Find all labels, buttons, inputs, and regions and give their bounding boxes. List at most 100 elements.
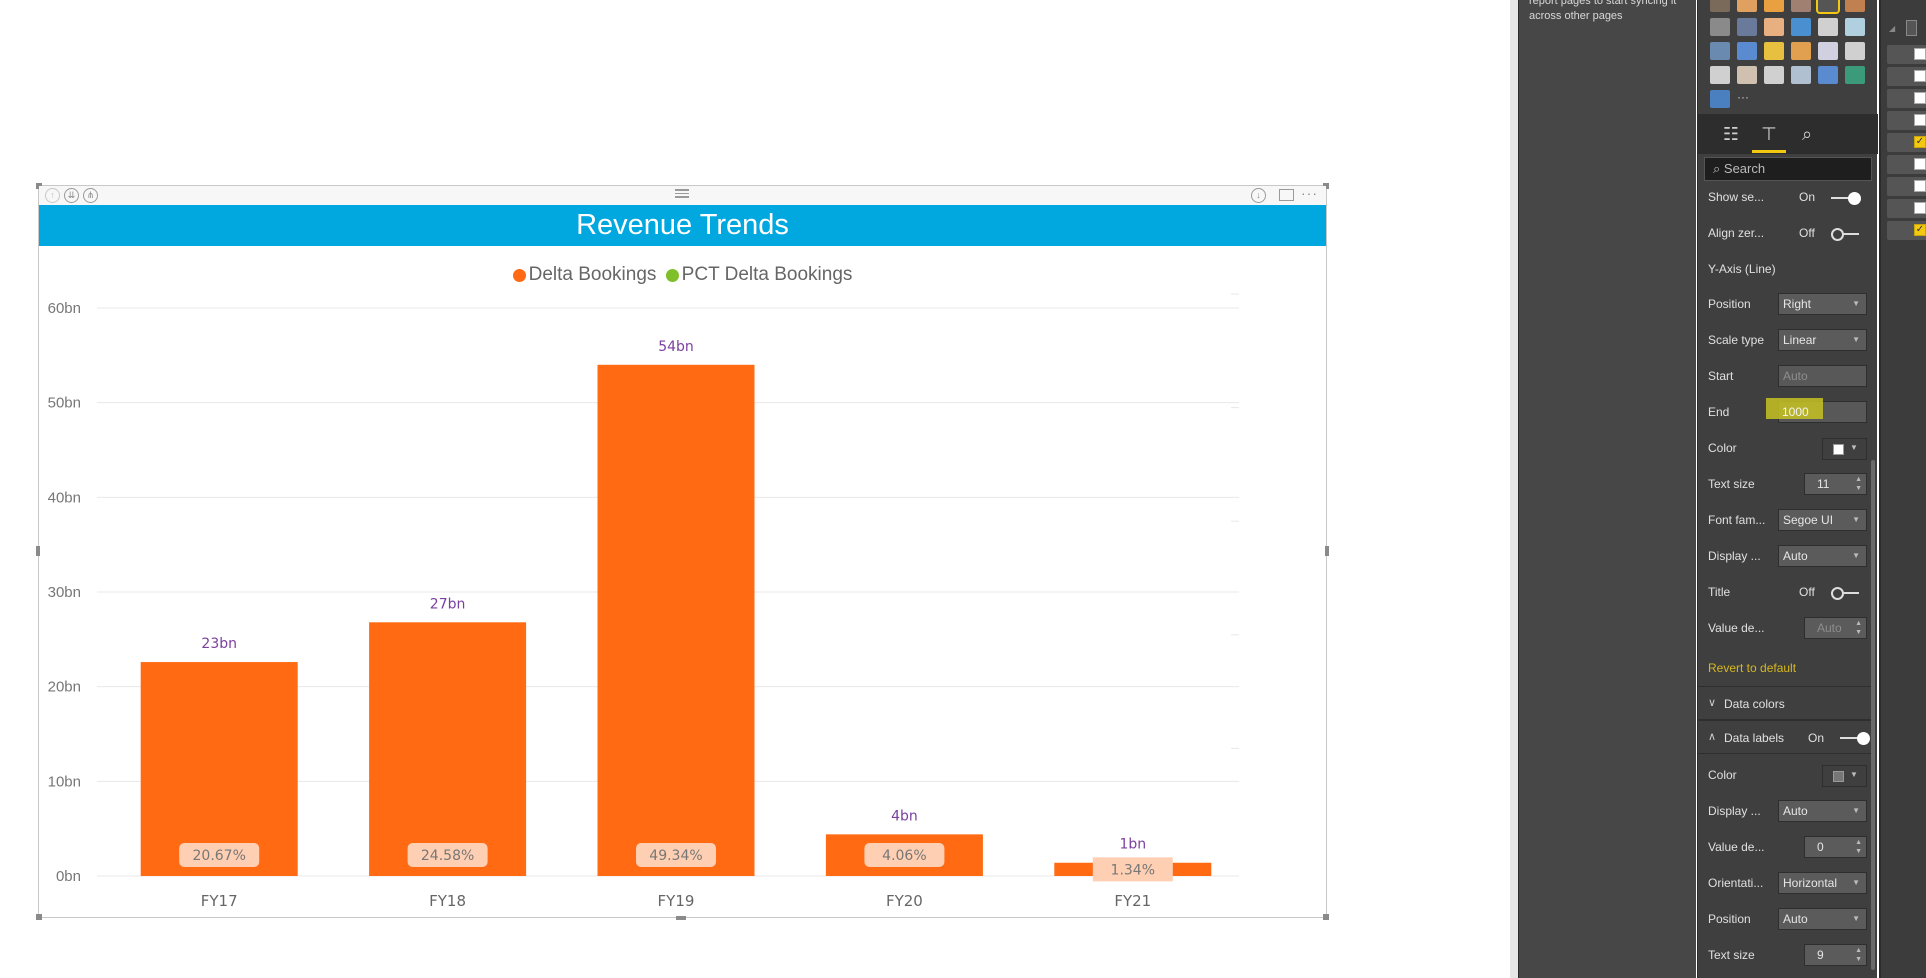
filled-map-icon[interactable] <box>1710 42 1730 60</box>
scale-type-dropdown[interactable]: Linear ▼ <box>1778 329 1867 351</box>
data-labels-section[interactable]: ∧ Data labels On <box>1698 720 1873 754</box>
area-chart-icon[interactable] <box>1737 0 1757 12</box>
title-row: Title Off <box>1698 578 1873 606</box>
toggle-state: Off <box>1799 226 1815 240</box>
line-stacked-column-icon[interactable] <box>1816 0 1840 14</box>
dl-position-row: Position Auto ▼ <box>1698 905 1873 933</box>
dl-position-dropdown[interactable]: Auto ▼ <box>1778 908 1867 930</box>
slicer-icon[interactable] <box>1737 66 1757 84</box>
field-item[interactable] <box>1887 177 1926 196</box>
field-checkbox[interactable] <box>1914 48 1926 60</box>
x-tick-label: FY18 <box>429 892 466 910</box>
data-labels-toggle[interactable] <box>1838 732 1870 745</box>
dl-display-units-dropdown[interactable]: Auto ▼ <box>1778 800 1867 822</box>
bar-value-label: 4bn <box>891 808 918 824</box>
stacked-area-icon[interactable] <box>1764 0 1784 12</box>
dropdown-value: Segoe UI <box>1783 513 1834 527</box>
value-decimals-stepper[interactable]: Auto ▲ ▼ <box>1804 617 1867 639</box>
setting-label: Color <box>1708 441 1737 455</box>
custom-visual-icon[interactable] <box>1710 90 1730 108</box>
format-search-input[interactable]: ⌕ Search <box>1704 157 1872 181</box>
dropdown-value: Horizontal <box>1783 876 1838 890</box>
line-chart-icon[interactable] <box>1710 0 1730 12</box>
data-label-color-picker[interactable]: ▼ <box>1822 765 1867 787</box>
waterfall-icon[interactable] <box>1710 18 1730 36</box>
table-icon[interactable] <box>1764 66 1784 84</box>
show-secondary-row: Show se... On <box>1698 183 1873 211</box>
field-checkbox[interactable]: ✓ <box>1914 224 1926 236</box>
start-input[interactable]: Auto <box>1778 365 1867 387</box>
field-item[interactable] <box>1887 89 1926 108</box>
dl-text-size-stepper[interactable]: 9 ▲ ▼ <box>1804 944 1867 966</box>
r-visual-icon[interactable] <box>1818 66 1838 84</box>
analytics-magnifier-icon[interactable]: ⌕ <box>1794 122 1820 146</box>
arcgis-icon[interactable] <box>1845 66 1865 84</box>
setting-label: Text size <box>1708 948 1755 962</box>
more-visuals-icon[interactable]: ··· <box>1737 90 1757 108</box>
start-row: Start Auto <box>1698 362 1873 390</box>
format-paint-roller-icon[interactable]: ⊤ <box>1752 122 1786 153</box>
title-toggle[interactable] <box>1829 587 1861 600</box>
field-item[interactable]: ✓ <box>1887 221 1926 240</box>
scatter-icon[interactable] <box>1737 18 1757 36</box>
expand-triangle-icon[interactable]: ◢ <box>1889 24 1895 33</box>
pie-chart-icon[interactable] <box>1764 18 1784 36</box>
field-item[interactable]: ✓ <box>1887 133 1926 152</box>
revert-to-default-link[interactable]: Revert to default <box>1708 661 1796 675</box>
font-family-dropdown[interactable]: Segoe UI ▼ <box>1778 509 1867 531</box>
card-icon[interactable] <box>1818 42 1838 60</box>
end-value: 1000 <box>1782 405 1809 419</box>
text-size-stepper[interactable]: 11 ▲ ▼ <box>1804 473 1867 495</box>
show-secondary-toggle[interactable] <box>1829 192 1861 205</box>
data-colors-section[interactable]: ∨ Data colors <box>1698 686 1873 720</box>
field-item[interactable] <box>1887 155 1926 174</box>
multi-row-card-icon[interactable] <box>1845 42 1865 60</box>
x-tick-label: FY20 <box>886 892 923 910</box>
x-tick-label: FY19 <box>658 892 695 910</box>
treemap-icon[interactable] <box>1818 18 1838 36</box>
align-zeros-toggle[interactable] <box>1829 228 1861 241</box>
map-icon[interactable] <box>1845 18 1865 36</box>
setting-label: Text size <box>1708 477 1755 491</box>
field-item[interactable] <box>1887 111 1926 130</box>
fields-tab-icon[interactable]: ☷ <box>1718 122 1744 146</box>
section-label: Data labels <box>1724 731 1785 745</box>
position-dropdown[interactable]: Right ▼ <box>1778 293 1867 315</box>
funnel-icon[interactable] <box>1764 42 1784 60</box>
field-checkbox[interactable] <box>1914 202 1926 214</box>
field-item[interactable] <box>1887 45 1926 64</box>
field-checkbox[interactable] <box>1914 92 1926 104</box>
gauge-icon[interactable] <box>1791 42 1811 60</box>
axis-color-picker[interactable]: ▼ <box>1822 438 1867 460</box>
setting-label: Scale type <box>1708 333 1765 347</box>
donut-chart-icon[interactable] <box>1791 18 1811 36</box>
dl-value-decimals-row: Value de... 0 ▲ ▼ <box>1698 833 1873 861</box>
report-canvas[interactable]: ↑ ⇊ ⋔ ↓ ··· Revenue Trends Delta Booking… <box>0 0 1510 978</box>
bar-value-label: 1bn <box>1119 837 1146 853</box>
field-item[interactable] <box>1887 67 1926 86</box>
setting-label: Align zer... <box>1708 226 1765 240</box>
format-pane-scrollbar[interactable] <box>1871 460 1875 970</box>
combo-chart-visual[interactable]: ↑ ⇊ ⋔ ↓ ··· Revenue Trends Delta Booking… <box>36 183 1329 920</box>
field-checkbox[interactable]: ✓ <box>1914 136 1926 148</box>
pct-value-label: 24.58% <box>421 848 474 864</box>
setting-label: Start <box>1708 369 1734 383</box>
ribbon-chart-icon[interactable] <box>1845 0 1865 12</box>
field-item[interactable] <box>1887 199 1926 218</box>
field-checkbox[interactable] <box>1914 114 1926 126</box>
chart-plot-area: 0bn 10bn 20bn 30bn 40bn 50bn 60bn 23bn 20.67% FY1… <box>48 293 1239 910</box>
matrix-icon[interactable] <box>1791 66 1811 84</box>
dl-display-units-row: Display ... Auto ▼ <box>1698 797 1873 825</box>
pane-divider[interactable] <box>1510 0 1518 978</box>
field-checkbox[interactable] <box>1914 180 1926 192</box>
dl-value-decimals-stepper[interactable]: 0 ▲ ▼ <box>1804 836 1867 858</box>
shape-map-icon[interactable] <box>1737 42 1757 60</box>
display-units-dropdown[interactable]: Auto ▼ <box>1778 545 1867 567</box>
dl-orientation-dropdown[interactable]: Horizontal ▼ <box>1778 872 1867 894</box>
kpi-icon[interactable] <box>1710 66 1730 84</box>
y-tick-label: 30bn <box>48 584 81 601</box>
pane-tabs: ☷ ⊤ ⌕ <box>1698 114 1878 154</box>
field-checkbox[interactable] <box>1914 158 1926 170</box>
field-checkbox[interactable] <box>1914 70 1926 82</box>
line-clustered-column-icon[interactable] <box>1791 0 1811 12</box>
